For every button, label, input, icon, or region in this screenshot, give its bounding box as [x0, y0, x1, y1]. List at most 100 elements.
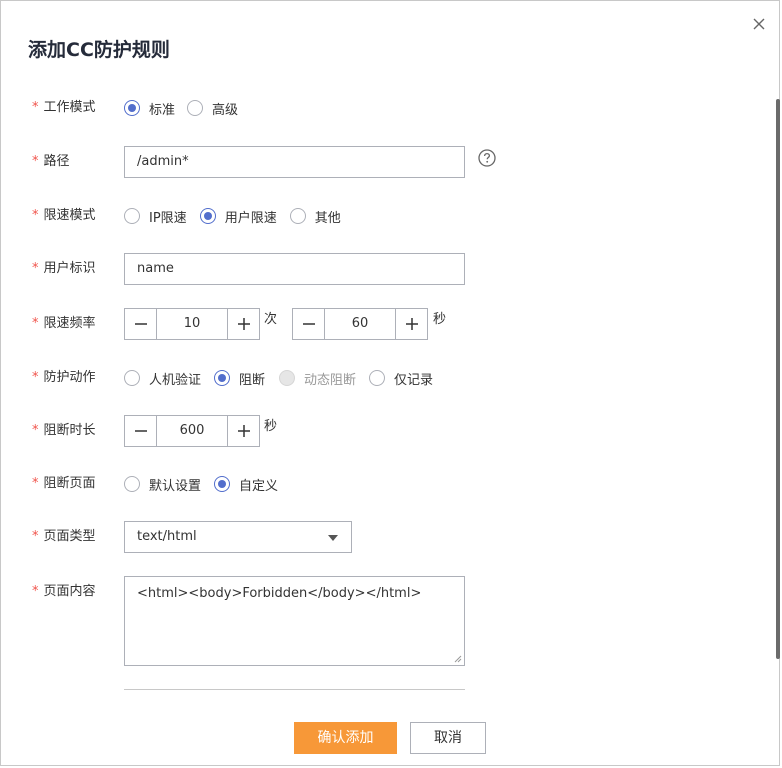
- page-content-textarea[interactable]: <html><body>Forbidden</body></html>: [124, 576, 465, 666]
- work-mode-radio-advanced[interactable]: 高级: [187, 99, 238, 118]
- required-mark: *: [32, 584, 39, 599]
- rate-period-value[interactable]: 60: [325, 309, 395, 339]
- cancel-button[interactable]: 取消: [410, 722, 486, 754]
- page-type-label-text: 页面类型: [43, 529, 96, 544]
- page-type-selected-value: text/html: [137, 529, 197, 544]
- path-label: * 路径: [32, 144, 70, 180]
- radio-label: IP限速: [149, 210, 187, 226]
- action-radio-captcha[interactable]: 人机验证: [124, 369, 201, 388]
- divider: [124, 689, 465, 690]
- user-id-input[interactable]: name: [124, 253, 465, 285]
- protection-action-radio-group: 人机验证 阻断 动态阻断 仅记录: [124, 360, 447, 396]
- required-mark: *: [32, 154, 39, 169]
- required-mark: *: [32, 423, 39, 438]
- rate-frequency-label-text: 限速频率: [43, 316, 96, 331]
- action-radio-dynamic-block: 动态阻断: [279, 369, 356, 388]
- page-content-value: <html><body>Forbidden</body></html>: [137, 586, 422, 601]
- radio-checked-icon: [124, 100, 140, 116]
- rate-limit-mode-row: * 限速模式 IP限速 用户限速 其他: [1, 198, 771, 234]
- radio-label: 自定义: [239, 478, 279, 494]
- page-content-label: * 页面内容: [32, 574, 96, 610]
- protection-action-row: * 防护动作 人机验证 阻断 动态阻断 仅记录: [1, 360, 771, 396]
- block-page-label-text: 阻断页面: [43, 476, 96, 491]
- rate-frequency-row: * 限速频率 10 次 60 秒: [1, 306, 771, 342]
- block-duration-value[interactable]: 600: [157, 416, 227, 446]
- resize-grip-icon[interactable]: [454, 655, 462, 663]
- close-icon[interactable]: [750, 15, 768, 33]
- radio-label: 用户限速: [224, 210, 277, 226]
- path-label-text: 路径: [43, 154, 70, 169]
- radio-label: 默认设置: [149, 478, 202, 494]
- work-mode-row: * 工作模式 标准 高级: [1, 90, 771, 126]
- radio-label: 仅记录: [394, 372, 434, 388]
- plus-icon[interactable]: [227, 416, 259, 446]
- minus-icon[interactable]: [293, 309, 325, 339]
- protection-action-label-text: 防护动作: [43, 370, 96, 385]
- page-type-row: * 页面类型 text/html: [1, 519, 771, 555]
- add-cc-rule-dialog: 添加CC防护规则 * 工作模式 标准 高级 * 路径 /admin* * 限速模式 I…: [0, 0, 780, 766]
- page-type-select[interactable]: text/html: [124, 521, 352, 553]
- rate-count-unit: 次: [264, 312, 278, 327]
- rate-limit-mode-label-text: 限速模式: [43, 208, 96, 223]
- radio-checked-icon: [199, 208, 216, 224]
- rate-period-stepper: 60: [292, 308, 428, 340]
- user-id-row: * 用户标识 name: [1, 251, 771, 287]
- block-page-radio-group: 默认设置 自定义: [124, 466, 292, 502]
- block-duration-stepper: 600: [124, 415, 260, 447]
- block-page-label: * 阻断页面: [32, 466, 96, 502]
- rate-count-stepper: 10: [124, 308, 260, 340]
- rate-frequency-label: * 限速频率: [32, 306, 96, 342]
- radio-checked-icon: [214, 370, 231, 386]
- required-mark: *: [32, 316, 39, 331]
- radio-unchecked-icon: [124, 476, 140, 492]
- path-row: * 路径 /admin*: [1, 144, 771, 180]
- dialog-title: 添加CC防护规则: [28, 39, 170, 61]
- radio-label: 其他: [314, 210, 341, 226]
- radio-unchecked-icon: [124, 370, 140, 386]
- required-mark: *: [32, 100, 39, 115]
- rate-limit-radio-other[interactable]: 其他: [289, 207, 341, 226]
- plus-icon[interactable]: [227, 309, 259, 339]
- required-mark: *: [32, 370, 39, 385]
- minus-icon[interactable]: [125, 309, 157, 339]
- question-circle-icon[interactable]: [478, 149, 496, 167]
- radio-disabled-icon: [279, 370, 296, 386]
- action-radio-log-only[interactable]: 仅记录: [369, 369, 433, 388]
- page-content-label-text: 页面内容: [43, 584, 96, 599]
- user-id-label: * 用户标识: [32, 251, 96, 287]
- radio-unchecked-icon: [369, 370, 386, 386]
- radio-label: 高级: [212, 102, 239, 118]
- required-mark: *: [32, 208, 39, 223]
- rate-limit-mode-label: * 限速模式: [32, 198, 96, 234]
- radio-checked-icon: [214, 476, 231, 492]
- scrollbar[interactable]: [776, 99, 780, 659]
- page-type-label: * 页面类型: [32, 519, 96, 555]
- work-mode-label-text: 工作模式: [43, 100, 96, 115]
- block-duration-label: * 阻断时长: [32, 413, 96, 449]
- work-mode-label: * 工作模式: [32, 90, 96, 126]
- block-duration-unit: 秒: [264, 419, 278, 434]
- radio-unchecked-icon: [187, 100, 204, 116]
- radio-label: 人机验证: [149, 372, 202, 388]
- radio-label: 阻断: [239, 372, 266, 388]
- plus-icon[interactable]: [395, 309, 427, 339]
- minus-icon[interactable]: [125, 416, 157, 446]
- protection-action-label: * 防护动作: [32, 360, 96, 396]
- rate-period-unit: 秒: [433, 312, 447, 327]
- required-mark: *: [32, 529, 39, 544]
- work-mode-radio-standard[interactable]: 标准: [124, 99, 175, 118]
- work-mode-radio-group: 标准 高级: [124, 90, 252, 126]
- radio-label: 标准: [149, 102, 176, 118]
- action-radio-block[interactable]: 阻断: [214, 369, 265, 388]
- rate-limit-radio-ip[interactable]: IP限速: [124, 207, 187, 226]
- block-page-radio-custom[interactable]: 自定义: [214, 475, 278, 494]
- required-mark: *: [32, 476, 39, 491]
- block-page-radio-default[interactable]: 默认设置: [124, 475, 201, 494]
- path-input[interactable]: /admin*: [124, 146, 465, 178]
- rate-count-value[interactable]: 10: [157, 309, 227, 339]
- radio-label: 动态阻断: [304, 372, 357, 388]
- block-duration-row: * 阻断时长 600 秒: [1, 413, 771, 449]
- confirm-add-button[interactable]: 确认添加: [294, 722, 397, 754]
- rate-limit-radio-user[interactable]: 用户限速: [199, 207, 277, 226]
- user-id-label-text: 用户标识: [43, 261, 96, 276]
